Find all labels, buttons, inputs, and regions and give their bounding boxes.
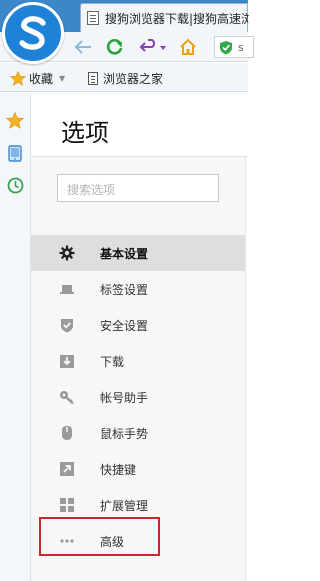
menu-label: 快捷键 (100, 463, 137, 477)
clock-icon[interactable] (6, 176, 24, 194)
download-icon (60, 355, 74, 368)
menu-label: 标签设置 (100, 283, 149, 297)
refresh-icon[interactable] (104, 36, 126, 58)
security-shield-icon (220, 41, 232, 55)
favorites-label: 收藏 (29, 72, 54, 86)
extension-grid-icon (60, 498, 74, 512)
side-panel (0, 93, 31, 581)
menu-label: 扩展管理 (100, 499, 149, 513)
star-icon[interactable] (6, 111, 24, 129)
search-placeholder: 搜索选项 (67, 183, 116, 197)
menu-label: 下载 (100, 355, 125, 369)
bookmark-label: 浏览器之家 (103, 72, 164, 86)
shield-check-icon (61, 319, 73, 333)
back-arrow-icon[interactable] (72, 36, 94, 58)
favorites-button[interactable]: 收藏 ▼ (10, 70, 65, 87)
page-icon (88, 72, 98, 85)
menu-label: 基本设置 (100, 247, 149, 261)
browser-tab[interactable]: 搜狗浏览器下载|搜狗高速浏览器 (80, 3, 249, 32)
shortcut-arrow-icon (60, 462, 74, 476)
key-icon (60, 391, 74, 405)
menu-label: 安全设置 (100, 319, 149, 333)
bookmark-item[interactable]: 浏览器之家 (88, 70, 163, 87)
mouse-icon (62, 426, 72, 440)
chevron-down-icon: ▼ (59, 74, 66, 83)
bookmarks-bar: 收藏 ▼ 浏览器之家 (0, 63, 248, 92)
menu-item-mouse-gestures[interactable]: 鼠标手势 (31, 415, 245, 451)
menu-item-basic-settings[interactable]: 基本设置 (31, 235, 245, 271)
menu-item-security-settings[interactable]: 安全设置 (31, 307, 245, 343)
page-icon (87, 11, 99, 25)
address-text: s (238, 41, 244, 54)
menu-label: 帐号助手 (100, 391, 149, 405)
address-bar[interactable]: s (214, 36, 254, 58)
options-search-input[interactable]: 搜索选项 (57, 174, 219, 202)
page-title: 选项 (61, 119, 109, 147)
menu-item-shortcuts[interactable]: 快捷键 (31, 451, 245, 487)
star-icon (10, 71, 26, 86)
gear-icon (59, 245, 75, 261)
tab-title: 搜狗浏览器下载|搜狗高速浏览器 (105, 12, 249, 26)
sogou-logo-icon[interactable] (2, 2, 64, 64)
content-edge (245, 157, 248, 581)
home-icon[interactable] (177, 36, 199, 58)
laptop-icon (60, 285, 74, 294)
menu-item-downloads[interactable]: 下载 (31, 343, 245, 379)
menu-label: 鼠标手势 (100, 427, 149, 441)
tablet-icon[interactable] (6, 144, 24, 162)
menu-item-account-assistant[interactable]: 帐号助手 (31, 379, 245, 415)
menu-item-tab-settings[interactable]: 标签设置 (31, 271, 245, 307)
annotation-highlight-box (39, 517, 160, 556)
undo-close-tab-icon[interactable] (138, 36, 168, 58)
